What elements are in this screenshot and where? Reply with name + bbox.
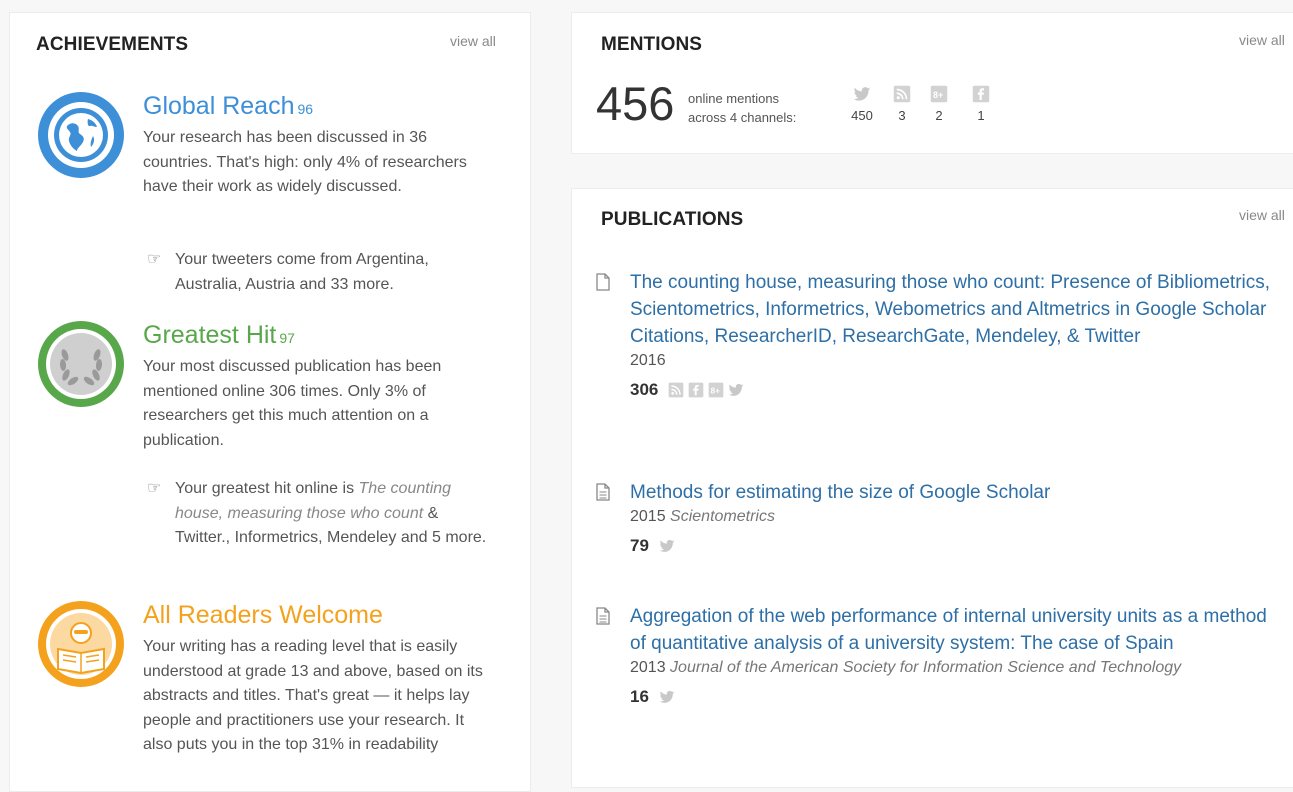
- publication-meta: 2013 Journal of the American Society for…: [630, 659, 1182, 676]
- achievement-note: ☞ Your tweeters come from Argentina, Aus…: [147, 248, 497, 297]
- achievements-heading: ACHIEVEMENTS: [36, 34, 189, 55]
- achievement-note: ☞ Your greatest hit online is The counti…: [147, 477, 497, 551]
- google-plus-icon: [708, 382, 724, 398]
- achievements-view-all-link[interactable]: view all: [450, 33, 496, 49]
- twitter-icon: [659, 538, 675, 554]
- achievement-description: Your research has been discussed in 36 c…: [143, 129, 467, 195]
- achievement-title-greatest-hit[interactable]: Greatest Hit 97: [143, 321, 295, 350]
- publications-view-all-link[interactable]: view all: [1239, 207, 1285, 223]
- google-plus-icon: [930, 85, 948, 103]
- publication-mention-count: 306: [630, 380, 1286, 400]
- laurel-wreath-icon: [38, 321, 124, 407]
- publication-item: Methods for estimating the size of Googl…: [596, 479, 1286, 556]
- publication-mention-count: 79: [630, 536, 1286, 556]
- blog-rss-icon: [668, 382, 684, 398]
- blog-rss-icon: [893, 85, 911, 103]
- pointing-hand-icon: ☞: [147, 251, 162, 268]
- mentions-label: online mentions across 4 channels:: [688, 91, 797, 125]
- channel-twitter[interactable]: 450: [848, 85, 876, 123]
- facebook-icon: [688, 382, 704, 398]
- document-icon: [596, 607, 610, 625]
- publication-meta: 2015 Scientometrics: [630, 508, 775, 525]
- publication-title-link[interactable]: Methods for estimating the size of Googl…: [630, 479, 1286, 506]
- channel-facebook[interactable]: 1: [967, 85, 995, 123]
- achievement-title-global-reach[interactable]: Global Reach 96: [143, 92, 313, 121]
- publications-heading: PUBLICATIONS: [601, 209, 744, 230]
- twitter-icon: [853, 85, 871, 103]
- total-mentions-count: 456: [596, 77, 675, 130]
- channel-blogs[interactable]: 3: [888, 85, 916, 123]
- achievement-description: Your writing has a reading level that is…: [143, 638, 483, 753]
- achievement-score: 96: [297, 101, 314, 117]
- facebook-icon: [972, 85, 990, 103]
- achievement-description: Your most discussed publication has been…: [143, 358, 442, 449]
- publication-item: Aggregation of the web performance of in…: [596, 603, 1286, 707]
- mentions-heading: MENTIONS: [601, 34, 703, 55]
- document-icon: [596, 273, 610, 291]
- publication-meta: 2016: [630, 352, 666, 369]
- document-icon: [596, 483, 610, 501]
- reader-icon: [38, 601, 124, 687]
- achievement-score: 97: [279, 330, 295, 346]
- pointing-hand-icon: ☞: [147, 480, 162, 497]
- publication-title-link[interactable]: Aggregation of the web performance of in…: [630, 603, 1286, 657]
- achievement-title-all-readers-welcome[interactable]: All Readers Welcome: [143, 601, 383, 630]
- publication-title-link[interactable]: The counting house, measuring those who …: [630, 269, 1286, 350]
- channel-google-plus[interactable]: 2: [925, 85, 953, 123]
- achievements-panel: ACHIEVEMENTS view all Global Reach 96 You…: [9, 12, 531, 792]
- globe-icon: [38, 92, 124, 178]
- mentions-view-all-link[interactable]: view all: [1239, 32, 1285, 48]
- mentions-panel: MENTIONS view all 456 online mentions ac…: [571, 12, 1293, 154]
- publication-mention-count: 16: [630, 687, 1286, 707]
- twitter-icon: [728, 382, 744, 398]
- publications-panel: PUBLICATIONS view all The counting house…: [571, 188, 1293, 788]
- publication-item: The counting house, measuring those who …: [596, 269, 1286, 400]
- twitter-icon: [659, 689, 675, 705]
